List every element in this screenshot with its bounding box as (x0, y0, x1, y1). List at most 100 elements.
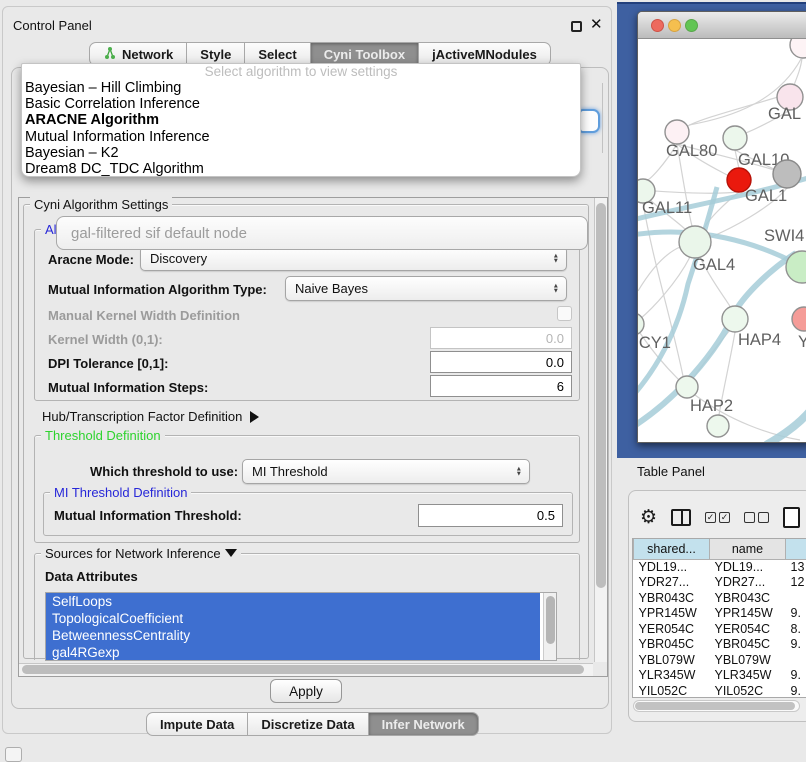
tab-infer-network[interactable]: Infer Network (369, 712, 479, 736)
table-cell (786, 590, 806, 606)
network-edge[interactable] (688, 97, 778, 126)
network-window-titlebar[interactable] (638, 12, 806, 39)
kernel-width-field[interactable]: 0.0 (430, 327, 572, 349)
algorithm-option-basic-correlation-inference[interactable]: Basic Correlation Inference (22, 96, 580, 112)
table-cell: YIL052C (634, 683, 710, 698)
table-row[interactable]: YDL19...YDL19...13 (634, 559, 806, 575)
apply-button[interactable]: Apply (270, 679, 342, 703)
split-columns-icon[interactable] (671, 509, 691, 526)
table-row[interactable]: YBL079WYBL079W (634, 652, 806, 668)
column-header-a[interactable]: A (786, 539, 806, 559)
data-attributes-list[interactable]: SelfLoopsTopologicalCoefficientBetweenne… (45, 592, 557, 661)
network-node[interactable] (790, 39, 806, 58)
mi-type-combobox[interactable]: Naive Bayes ▲▼ (285, 276, 567, 301)
table-cell: 9. (786, 668, 806, 684)
network-node-gal4[interactable] (679, 226, 711, 258)
expanded-arrow-icon (225, 549, 237, 557)
select-all-checkboxes-icon[interactable]: ✓✓ (705, 512, 730, 523)
minimize-window-icon[interactable] (668, 19, 681, 32)
network-edge[interactable] (638, 247, 680, 291)
column-header-shared[interactable]: shared... (634, 539, 710, 559)
attributes-scrollbar[interactable] (543, 593, 556, 660)
algorithm-option-aracne-algorithm[interactable]: ARACNE Algorithm (22, 112, 580, 128)
algorithm-option-dream8-dc-tdc-algorithm[interactable]: Dream8 DC_TDC Algorithm (22, 161, 580, 177)
hub-definition-toggle[interactable]: Hub/Transcription Factor Definition (42, 409, 259, 424)
attribute-item-betweennesscentrality[interactable]: BetweennessCentrality (46, 627, 540, 644)
table-cell: YPR145W (634, 606, 710, 622)
algorithm-option-bayesian-hill-climbing[interactable]: Bayesian – Hill Climbing (22, 80, 580, 96)
table-row[interactable]: YDR27...YDR27...12 (634, 575, 806, 591)
file-icon[interactable] (783, 507, 800, 528)
attribute-item-topologicalcoefficient[interactable]: TopologicalCoefficient (46, 610, 540, 627)
sources-group: Sources for Network Inference Data Attri… (34, 553, 580, 660)
collapsed-panel-chip[interactable] (5, 747, 22, 762)
network-edge[interactable] (794, 58, 802, 85)
table-row[interactable]: YIL052CYIL052C9. (634, 683, 806, 698)
node-label-swi4: SWI4 (764, 227, 804, 245)
network-edge[interactable] (655, 191, 739, 193)
attribute-item-gal4rgexp[interactable]: gal4RGexp (46, 644, 540, 661)
network-node-gal10[interactable] (723, 126, 747, 150)
vertical-scrollbar[interactable] (594, 198, 607, 662)
network-node[interactable] (773, 160, 801, 188)
tab-label: Impute Data (160, 717, 234, 732)
dpi-tolerance-field[interactable]: 0.0 (430, 351, 572, 373)
which-threshold-combobox[interactable]: MI Threshold ▲▼ (242, 459, 530, 484)
tab-label: Discretize Data (261, 717, 354, 732)
float-panel-icon[interactable] (571, 21, 582, 32)
network-edge-highlighted[interactable] (638, 187, 717, 401)
deselect-checkboxes-icon[interactable] (744, 512, 769, 523)
table-row[interactable]: YBR043CYBR043C (634, 590, 806, 606)
algorithm-combobox-button[interactable] (579, 109, 600, 133)
table-row[interactable]: YLR345WYLR345W9. (634, 668, 806, 684)
control-panel-window: Control Panel ✕ NetworkStyleSelectCyni T… (2, 6, 612, 734)
network-icon (103, 46, 117, 63)
node-table[interactable]: shared...nameAYDL19...YDL19...13YDR27...… (632, 538, 806, 698)
horizontal-scrollbar-thumb[interactable] (22, 665, 584, 674)
network-node-y[interactable] (792, 307, 806, 331)
vertical-scrollbar-thumb[interactable] (596, 203, 606, 588)
collapsed-arrow-icon (250, 411, 259, 423)
table-row[interactable]: YPR145WYPR145W9. (634, 606, 806, 622)
table-cell: 8. (786, 621, 806, 637)
table-horizontal-scrollbar-thumb[interactable] (635, 702, 795, 710)
table-cell: 13 (786, 559, 806, 575)
table-row[interactable]: YBR045CYBR045C9. (634, 637, 806, 653)
algorithm-option-mutual-information-inference[interactable]: Mutual Information Inference (22, 129, 580, 145)
network-node-gal80[interactable] (665, 120, 689, 144)
table-cell: YLR345W (634, 668, 710, 684)
manual-kernel-checkbox[interactable] (557, 306, 572, 321)
tab-discretize-data[interactable]: Discretize Data (248, 712, 368, 736)
table-toolbar: ⚙ ✓✓ (640, 500, 806, 534)
node-label-y: Y (798, 333, 806, 351)
table-cell: YLR345W (710, 668, 786, 684)
node-label-gal1: GAL1 (745, 187, 787, 205)
network-node[interactable] (707, 415, 729, 437)
table-cell: YIL052C (710, 683, 786, 698)
mi-steps-field[interactable]: 6 (430, 375, 572, 397)
zoom-window-icon[interactable] (685, 19, 698, 32)
network-selector-combobox[interactable]: gal-filtered sif default node (56, 216, 588, 250)
table-cell: YBR045C (710, 637, 786, 653)
network-node-hap4[interactable] (722, 306, 748, 332)
column-header-name[interactable]: name (710, 539, 786, 559)
table-cell: 9. (786, 606, 806, 622)
network-node-hap2[interactable] (676, 376, 698, 398)
algorithm-option-bayesian-k2[interactable]: Bayesian – K2 (22, 145, 580, 161)
close-window-icon[interactable] (651, 19, 664, 32)
gear-icon[interactable]: ⚙ (640, 506, 657, 529)
attributes-scrollbar-thumb[interactable] (546, 596, 555, 644)
table-panel-title: Table Panel (637, 464, 705, 479)
table-row[interactable]: YER054CYER054C8. (634, 621, 806, 637)
close-panel-icon[interactable]: ✕ (590, 15, 603, 33)
table-cell: 9. (786, 683, 806, 698)
manual-kernel-label: Manual Kernel Width Definition (48, 308, 240, 323)
table-cell: YBR043C (710, 590, 786, 606)
hub-definition-label: Hub/Transcription Factor Definition (42, 409, 242, 424)
network-canvas[interactable]: GALGAL80GAL10GAL1GAL11SWI4GAL4GCY1HAP4YH… (638, 39, 806, 442)
mi-threshold-field[interactable]: 0.5 (418, 504, 563, 527)
attribute-item-selfloops[interactable]: SelfLoops (46, 593, 540, 610)
cyni-algorithm-settings-group: Cyni Algorithm Settings Algorithm Defini… (23, 204, 589, 659)
groupbox-border-fragment (602, 83, 603, 153)
tab-impute-data[interactable]: Impute Data (146, 712, 248, 736)
